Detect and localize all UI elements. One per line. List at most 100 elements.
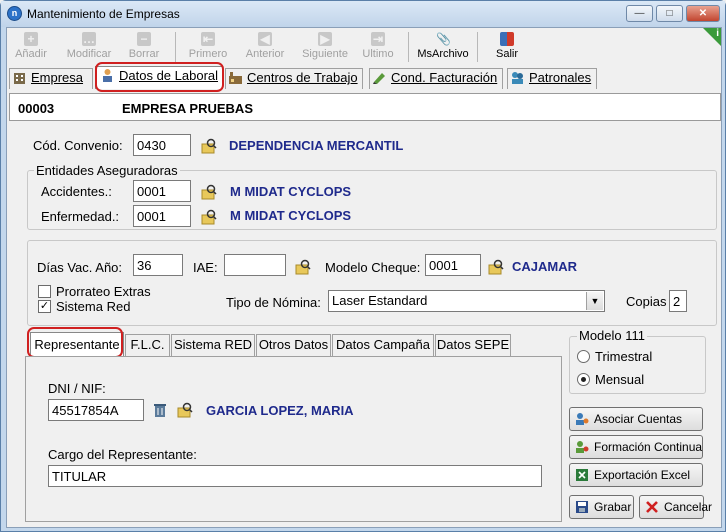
- client-area: i + Añadir … Modificar − Borrar ⇤ Primer…: [6, 27, 722, 528]
- info-flag-label: i: [716, 28, 719, 39]
- first-button[interactable]: ⇤ Primero: [185, 32, 231, 60]
- window-title: Mantenimiento de Empresas: [27, 7, 180, 21]
- formacion-continua-label: Formación Continua: [594, 440, 703, 454]
- msarchivo-button-label: MsArchivo: [417, 48, 469, 60]
- delete-button[interactable]: − Borrar: [124, 32, 164, 60]
- first-button-label: Primero: [188, 48, 228, 60]
- maximize-button[interactable]: □: [656, 5, 683, 22]
- previous-button-label: Anterior: [245, 48, 285, 60]
- building-icon: [14, 73, 25, 84]
- save-icon: [576, 501, 588, 513]
- accidentes-input[interactable]: [133, 180, 191, 202]
- exit-button[interactable]: Salir: [489, 32, 525, 60]
- cargo-label: Cargo del Representante:: [48, 447, 197, 462]
- tab-facturacion-label: Cond. Facturación: [391, 70, 498, 85]
- prorrateo-checkbox[interactable]: [38, 285, 51, 298]
- add-button[interactable]: + Añadir: [13, 32, 49, 60]
- subtab-campana-label: Datos Campaña: [336, 337, 430, 352]
- tipo-nomina-label: Tipo de Nómina:: [226, 295, 321, 310]
- previous-button[interactable]: ◀ Anterior: [240, 32, 290, 60]
- grabar-label: Grabar: [594, 500, 632, 514]
- lookup-accidentes-icon[interactable]: [201, 184, 217, 200]
- next-button-label: Siguiente: [302, 48, 348, 60]
- dias-vac-input[interactable]: [133, 254, 183, 276]
- tab-centros-trabajo[interactable]: Centros de Trabajo: [225, 68, 358, 89]
- enfermedad-input[interactable]: [133, 205, 191, 227]
- convenio-label: Cód. Convenio:: [33, 138, 123, 153]
- subtab-flc[interactable]: F.L.C.: [125, 334, 170, 356]
- title-bar[interactable]: n Mantenimiento de Empresas — □ ✕: [1, 1, 725, 27]
- accidentes-description: M MIDAT CYCLOPS: [230, 184, 352, 199]
- convenio-input[interactable]: [133, 134, 191, 156]
- company-name: EMPRESA PRUEBAS: [122, 101, 253, 116]
- sistema-red-label: Sistema Red: [56, 299, 131, 314]
- exportacion-excel-button[interactable]: Exportación Excel: [569, 463, 703, 487]
- last-record-icon: ⇥: [371, 32, 385, 46]
- modify-button[interactable]: … Modificar: [61, 32, 117, 60]
- highlight-representante: [27, 327, 123, 358]
- tab-patronales-label: Patronales: [529, 70, 592, 85]
- next-button[interactable]: ▶ Siguiente: [295, 32, 355, 60]
- company-header: 00003 EMPRESA PRUEBAS: [9, 93, 721, 121]
- radio-selected-dot: [581, 377, 586, 382]
- asociar-cuentas-button[interactable]: Asociar Cuentas: [569, 407, 703, 431]
- subtab-datos-campana[interactable]: Datos Campaña: [332, 334, 434, 356]
- grabar-button[interactable]: Grabar: [569, 495, 634, 519]
- tab-patronales[interactable]: Patronales: [507, 68, 591, 89]
- prorrateo-label: Prorrateo Extras: [56, 284, 151, 299]
- enfermedad-description: M MIDAT CYCLOPS: [230, 208, 352, 223]
- subtab-sepe-label: Datos SEPE: [436, 337, 510, 352]
- close-button[interactable]: ✕: [686, 5, 720, 22]
- toolbar-separator: [477, 32, 478, 62]
- trimestral-radio[interactable]: [577, 350, 590, 363]
- lookup-cheque-icon[interactable]: [488, 259, 504, 275]
- representante-nombre: GARCIA LOPEZ, MARIA: [206, 403, 354, 418]
- dropdown-arrow-icon[interactable]: ▼: [586, 292, 603, 310]
- formacion-continua-button[interactable]: Formación Continua: [569, 435, 703, 459]
- subtab-otros-datos[interactable]: Otros Datos: [256, 334, 331, 356]
- lookup-representante-icon[interactable]: [177, 402, 193, 418]
- subtab-datos-sepe[interactable]: Datos SEPE: [435, 334, 511, 356]
- previous-icon: ◀: [258, 32, 272, 46]
- tab-empresa[interactable]: Empresa: [9, 68, 83, 89]
- cancelar-button[interactable]: Cancelar: [639, 495, 712, 519]
- cancelar-label: Cancelar: [664, 500, 713, 514]
- add-button-label: Añadir: [15, 48, 47, 60]
- cargo-input[interactable]: [48, 465, 542, 487]
- lookup-enfermedad-icon[interactable]: [201, 209, 217, 225]
- iae-input[interactable]: [224, 254, 286, 276]
- subtab-sistema-red[interactable]: Sistema RED: [171, 334, 255, 356]
- next-icon: ▶: [318, 32, 332, 46]
- lookup-iae-icon[interactable]: [295, 259, 311, 275]
- delete-button-label: Borrar: [128, 48, 160, 60]
- msarchivo-button[interactable]: 📎 MsArchivo: [415, 32, 471, 60]
- modelo111-title: Modelo 111: [577, 328, 648, 343]
- exit-button-label: Salir: [495, 48, 518, 60]
- last-button-label: Ultimo: [362, 48, 394, 60]
- subtab-otros-label: Otros Datos: [258, 337, 329, 352]
- last-button[interactable]: ⇥ Ultimo: [358, 32, 398, 60]
- first-record-icon: ⇤: [201, 32, 215, 46]
- minimize-button[interactable]: —: [626, 5, 653, 22]
- training-icon: [576, 441, 589, 453]
- tab-facturacion[interactable]: Cond. Facturación: [369, 68, 497, 89]
- entidades-title: Entidades Aseguradoras: [34, 163, 180, 178]
- company-code: 00003: [18, 101, 55, 116]
- mensual-radio[interactable]: [577, 373, 590, 386]
- paperclip-icon: 📎: [436, 32, 451, 46]
- trimestral-label: Trimestral: [595, 349, 653, 364]
- dni-input[interactable]: [48, 399, 144, 421]
- sistema-red-checkbox[interactable]: ✓: [38, 300, 51, 313]
- edit-icon: …: [82, 32, 96, 46]
- lookup-convenio-icon[interactable]: [201, 138, 217, 154]
- entidades-group: [27, 170, 717, 230]
- copias-input[interactable]: [669, 290, 687, 312]
- accidentes-label: Accidentes.:: [41, 184, 112, 199]
- enfermedad-label: Enfermedad.:: [41, 209, 120, 224]
- convenio-description: DEPENDENCIA MERCANTIL: [229, 138, 404, 153]
- tipo-nomina-select[interactable]: Laser Estandard ▼: [328, 290, 605, 312]
- representante-panel: DNI / NIF: GARCIA LOPEZ, MARIA Cargo del…: [25, 356, 562, 522]
- people-icon: [512, 72, 523, 84]
- modelo-cheque-input[interactable]: [425, 254, 481, 276]
- trash-icon[interactable]: [152, 402, 168, 418]
